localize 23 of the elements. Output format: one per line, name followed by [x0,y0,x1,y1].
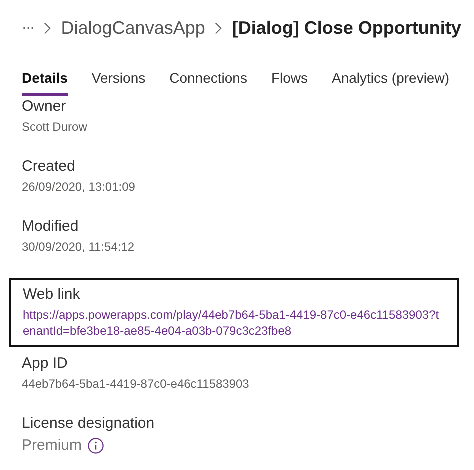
chevron-icon [215,22,222,34]
field-label: Owner [22,98,68,115]
tab[interactable]: Connections [170,70,248,96]
tab[interactable]: Flows [271,70,308,96]
tab[interactable]: Versions [92,70,146,96]
field-label: Modified [22,218,80,235]
info-icon[interactable] [88,438,104,454]
page-title: [Dialog] Close Opportunity [232,18,462,38]
tab[interactable]: Analytics (preview) [332,70,450,96]
web-link[interactable]: https://apps.powerapps.com/play/44eb7b64-5ba1-4419-87c0-e46c11583903?tenantId=bfe3be18-ae85-4e04-a03b-079c3c23fbe8 [23,307,445,339]
field-value: 30/09/2020, 11:54:12 [22,240,136,254]
field-label: License designation [22,415,156,432]
field-value: Premium [22,437,82,454]
field-label: App ID [22,355,69,372]
breadcrumb-link[interactable]: DialogCanvasApp [61,18,206,38]
chevron-icon [44,22,52,34]
tab[interactable]: Details [22,70,68,96]
field-label: Web link [23,286,82,303]
field-value: 44eb7b64-5ba1-4419-87c0-e46c11583903 [22,377,250,391]
field-value: Scott Durow [22,120,88,134]
field-label: Created [22,158,76,175]
field-value: 26/09/2020, 13:01:09 [22,180,136,194]
more-button[interactable]: ··· [22,18,34,38]
